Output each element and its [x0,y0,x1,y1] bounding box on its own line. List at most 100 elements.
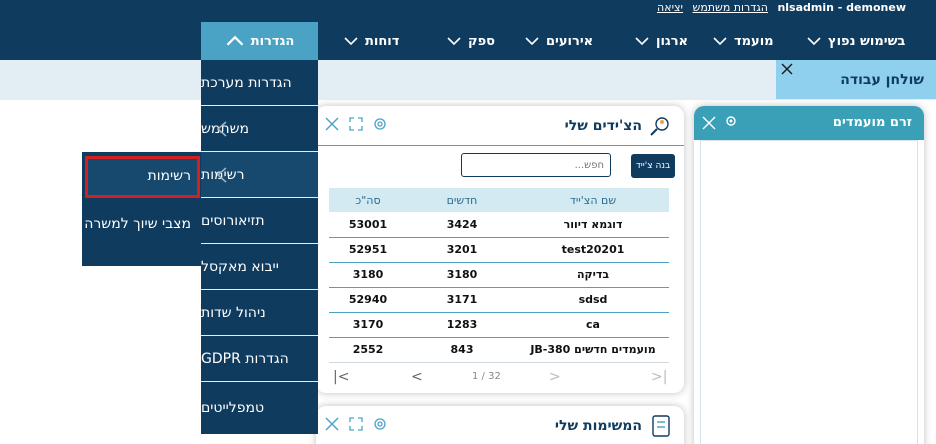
cell-name[interactable]: ca [517,312,669,338]
nav-supplier[interactable]: ספק [446,22,495,60]
submenu-item-label: מצבי שיוך למשרה [84,216,191,232]
cell-new: 3180 [407,262,517,288]
nav-label: ספק [468,33,495,49]
cell-name[interactable]: בדיקה [517,262,669,288]
build-tool-button[interactable]: בנה צ'ייד [631,154,675,178]
panel-title: זרם מועמדים [832,115,912,130]
chevron-down-icon [447,37,461,46]
column-header-new[interactable]: חדשים [407,188,517,212]
last-page-icon[interactable]: >| [651,369,667,385]
gear-icon[interactable] [724,114,738,128]
cell-new: 843 [407,337,517,363]
menu-item-lists[interactable]: רשימות [201,152,318,198]
stream-body [700,140,918,444]
submenu-item-label: רשימות [147,168,191,184]
cell-name[interactable]: sdsd [517,287,669,313]
cell-new: 3171 [407,287,517,313]
close-icon[interactable] [324,416,340,432]
menu-item-label: טמפלייטים [201,400,265,416]
menu-item-excel-import[interactable]: ייבוא מאקסל [201,244,318,290]
cell-total: 52940 [329,287,407,313]
table-row[interactable]: 3180 3180 בדיקה [329,262,669,288]
menu-item-label: תזיאורוסים [201,212,265,229]
menu-item-label: ניהול שדות [201,304,266,321]
cell-name[interactable]: מועמדים חדשים JB-380 [517,337,669,363]
chevron-down-icon [807,37,821,46]
table-row[interactable]: 52951 3201 test20201 [329,237,669,263]
close-icon[interactable] [324,116,340,132]
menu-item-gdpr[interactable]: הגדרות GDPR [201,336,318,382]
next-page-icon[interactable]: > [549,369,561,385]
nav-label: הגדרות [250,33,295,49]
table-row[interactable]: 53001 3424 דוגמא דיוור [329,212,669,238]
chevron-up-icon [226,35,244,46]
nav-frequent[interactable]: בשימוש נפוץ [806,22,905,60]
user-line: nlsadmin - demonew הגדרות משתמש יציאה [657,1,906,14]
nav-label: דוחות [365,33,400,49]
nav-label: מועמד [734,33,774,49]
chevron-down-icon [713,37,727,46]
table-row[interactable]: 3170 1283 ca [329,312,669,338]
candidate-stream-panel: זרם מועמדים [694,106,924,444]
column-header-total[interactable]: סה"כ [329,188,407,212]
table-row[interactable]: 52940 3171 sdsd [329,287,669,313]
table-header-row: סה"כ חדשים שם הצ'ייד [329,188,669,212]
tab-worktable[interactable]: שולחן עבודה [776,60,936,99]
top-bar: nlsadmin - demonew הגדרות משתמש יציאה בש… [0,0,936,60]
expand-icon[interactable] [348,116,364,132]
expand-icon[interactable] [348,416,364,432]
table-row[interactable]: 2552 843 מועמדים חדשים JB-380 [329,337,669,363]
page-indicator: 1 / 32 [472,371,501,382]
menu-item-label: ייבוא מאקסל [201,258,279,275]
nav-candidate[interactable]: מועמד [712,22,774,60]
cell-name[interactable]: דוגמא דיוור [517,212,669,238]
chevron-left-icon [216,167,227,183]
submenu-item-lists[interactable]: רשימות [82,168,201,184]
nav-label: אירועים [546,33,594,49]
prev-page-icon[interactable]: < [411,369,423,385]
tools-table: סה"כ חדשים שם הצ'ייד 53001 3424 דוגמא דיוו… [329,188,669,363]
column-header-name[interactable]: שם הצ'ייד [517,188,669,212]
tab-label: שולחן עבודה [840,71,924,88]
panel-header: הצ'ידים שלי [316,106,684,146]
submenu-item-job-assignment-states[interactable]: מצבי שיוך למשרה [82,214,201,234]
main-nav: בשימוש נפוץ מועמד ארגון אירועים ספק דוחו… [0,22,936,60]
cell-total: 3180 [329,262,407,288]
search-people-icon [650,117,669,136]
user-settings-link[interactable]: הגדרות משתמש [693,1,768,14]
username: nlsadmin - demonew [777,1,906,14]
panel-header: המשימות שלי [316,406,684,444]
chevron-down-icon [344,37,358,46]
cell-name[interactable]: test20201 [517,237,669,263]
menu-item-user[interactable]: משתמש [201,106,318,152]
menu-item-system-settings[interactable]: הגדרות מערכת [201,60,318,106]
search-input[interactable] [461,153,611,177]
menu-item-templates[interactable]: טמפלייטים [201,382,318,434]
cell-total: 3170 [329,312,407,338]
close-icon[interactable] [702,116,716,130]
panel-title: המשימות שלי [554,418,642,434]
nav-reports[interactable]: דוחות [343,22,399,60]
gear-icon[interactable] [372,416,388,432]
menu-item-field-management[interactable]: ניהול שדות [201,290,318,336]
panel-header: זרם מועמדים [694,106,924,140]
panel-title: הצ'ידים שלי [564,118,642,134]
cell-new: 1283 [407,312,517,338]
nav-events[interactable]: אירועים [524,22,593,60]
nav-label: ארגון [656,33,689,49]
nav-settings[interactable]: הגדרות [201,22,318,60]
cell-new: 3424 [407,212,517,238]
nav-organization[interactable]: ארגון [634,22,688,60]
nav-label: בשימוש נפוץ [828,33,906,49]
pager: |< < 1 / 32 > >| [329,362,669,390]
gear-icon[interactable] [372,116,388,132]
menu-item-thesauri[interactable]: תזיאורוסים [201,198,318,244]
cell-total: 2552 [329,337,407,363]
checklist-icon [652,415,670,437]
chevron-down-icon [525,37,539,46]
first-page-icon[interactable]: |< [333,369,349,385]
chevron-left-icon [216,121,227,137]
menu-item-label: הגדרות מערכת [201,74,292,91]
logout-link[interactable]: יציאה [657,1,683,14]
close-icon[interactable] [780,62,794,76]
